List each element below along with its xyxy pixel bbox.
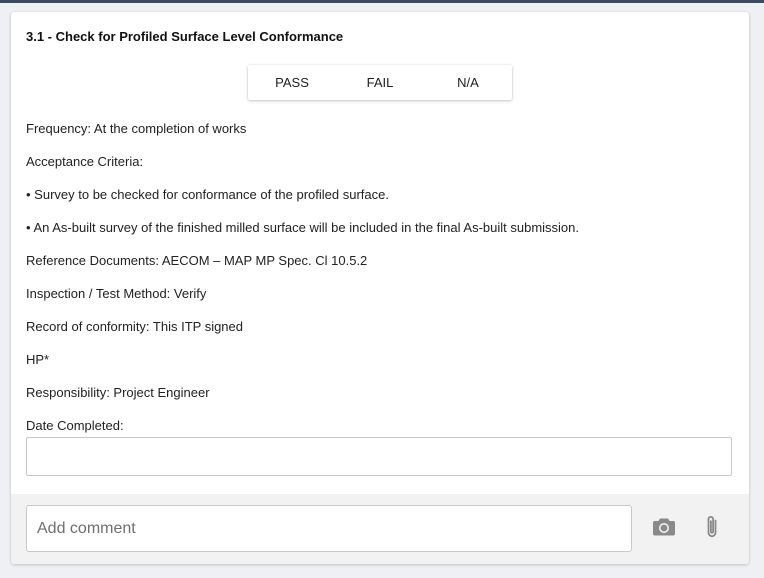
add-comment-input[interactable] [26,505,632,552]
pass-button[interactable]: PASS [248,65,336,100]
camera-icon [652,517,676,542]
date-completed-field[interactable] [26,437,732,476]
attach-file-button[interactable] [697,514,727,544]
item-title: 3.1 - Check for Profiled Surface Level C… [26,29,344,44]
hold-point-text: HP* [26,352,50,367]
paperclip-icon [704,514,720,545]
status-toggle-group: PASS FAIL N/A [248,65,512,100]
acceptance-criterion-1: • Survey to be checked for conformance o… [26,187,389,202]
top-header-bar [0,0,764,3]
date-completed-label: Date Completed: [26,418,124,433]
frequency-text: Frequency: At the completion of works [26,121,247,136]
acceptance-criterion-2: • An As-built survey of the finished mil… [26,220,579,235]
fail-button[interactable]: FAIL [336,65,424,100]
add-photo-button[interactable] [649,514,679,544]
na-button[interactable]: N/A [424,65,512,100]
reference-documents-text: Reference Documents: AECOM – MAP MP Spec… [26,253,368,268]
record-of-conformity-text: Record of conformity: This ITP signed [26,319,244,334]
inspection-method-text: Inspection / Test Method: Verify [26,286,207,301]
inspection-item-card: 3.1 - Check for Profiled Surface Level C… [11,12,749,564]
responsibility-text: Responsibility: Project Engineer [26,385,210,400]
comment-footer [11,494,749,564]
acceptance-criteria-heading: Acceptance Criteria: [26,154,144,169]
